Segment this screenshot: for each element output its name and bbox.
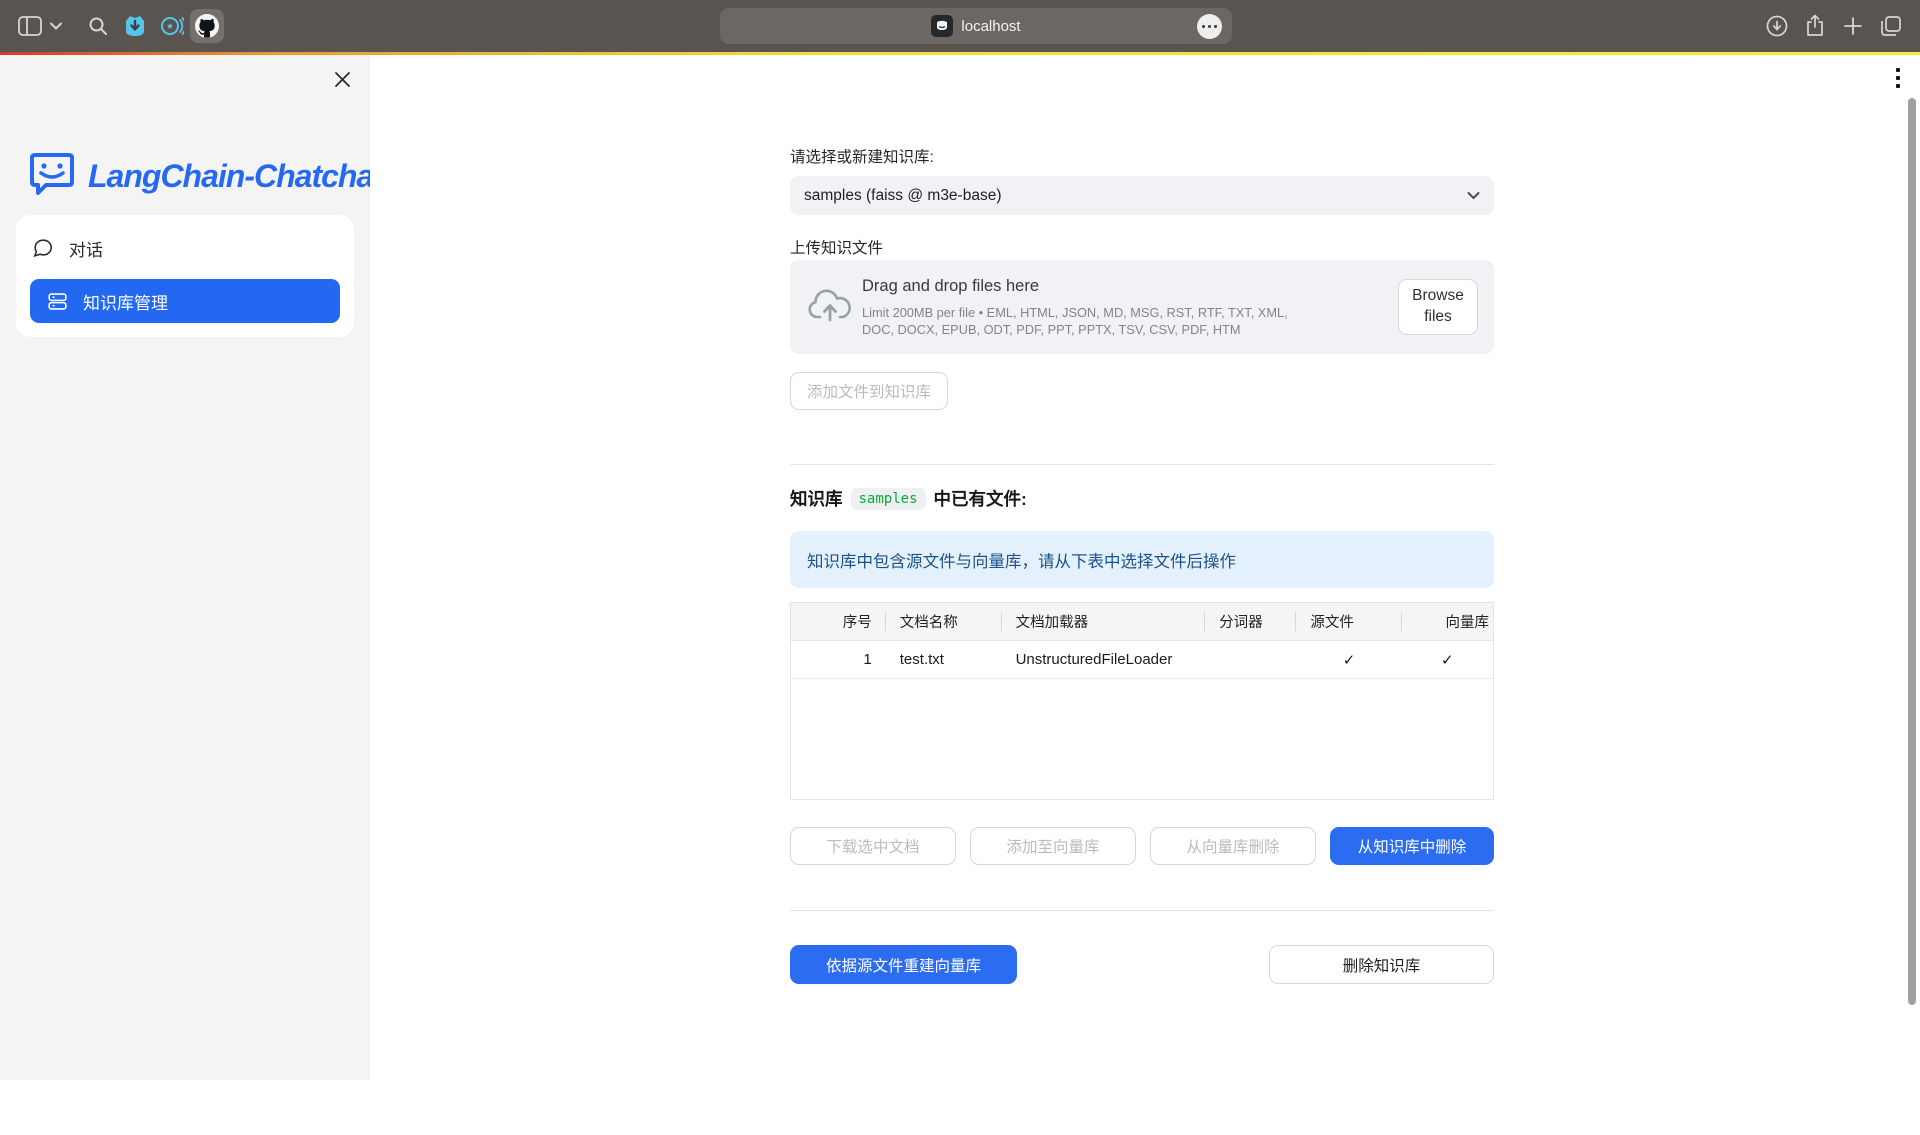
col-header[interactable]: 序号 — [791, 603, 886, 640]
browser-toolbar: localhost — [0, 0, 1920, 52]
add-to-vectorstore-button[interactable]: 添加至向量库 — [970, 827, 1136, 865]
heading-suffix: 中已有文件: — [934, 486, 1027, 511]
app-menu-icon[interactable] — [1892, 68, 1904, 88]
cat-extension-icon[interactable] — [124, 15, 146, 37]
sidebar-bottom-strip — [0, 1127, 370, 1135]
dropzone-title: Drag and drop files here — [862, 277, 1039, 296]
chat-bubble-icon — [32, 237, 54, 259]
tab-overview-icon[interactable] — [1880, 15, 1902, 37]
dropzone-limit-text: Limit 200MB per file • EML, HTML, JSON, … — [862, 304, 1300, 339]
address-bar[interactable]: localhost — [720, 8, 1232, 44]
col-header[interactable]: 文档加载器 — [1002, 603, 1206, 640]
cloud-upload-icon — [808, 286, 852, 326]
page-options-icon[interactable] — [1197, 14, 1222, 39]
logo-bubble-icon — [26, 152, 78, 200]
logo-text: LangChain-Chatchat — [88, 158, 383, 195]
browse-files-button[interactable]: Browse files — [1398, 279, 1478, 335]
heading-prefix: 知识库 — [790, 486, 843, 511]
new-tab-icon[interactable] — [1843, 16, 1863, 36]
kb-files-heading: 知识库 samples 中已有文件: — [790, 486, 1027, 511]
cell-index: 1 — [791, 641, 886, 678]
sidebar-close-icon[interactable] — [330, 67, 354, 91]
downloads-icon[interactable] — [1766, 15, 1788, 37]
nav-menu: 对话 知识库管理 — [16, 215, 354, 337]
divider — [790, 910, 1494, 911]
file-dropzone[interactable]: Drag and drop files here Limit 200MB per… — [790, 260, 1494, 354]
kb-select-value: samples (faiss @ m3e-base) — [804, 187, 1002, 205]
main-area: 请选择或新建知识库: samples (faiss @ m3e-base) 上传… — [370, 55, 1920, 1080]
col-header[interactable]: 文档名称 — [886, 603, 1002, 640]
nav-item-knowledge-base[interactable]: 知识库管理 — [30, 279, 340, 323]
upload-label: 上传知识文件 — [790, 236, 883, 258]
sidebar: LangChain-Chatchat 对话 知识库管理 — [0, 55, 370, 1080]
files-table: 序号 文档名称 文档加载器 分词器 源文件 向量库 1 test.txt Uns… — [790, 602, 1494, 800]
cell-vector-check: ✓ — [1402, 641, 1493, 678]
site-favicon — [931, 15, 953, 37]
col-header[interactable]: 分词器 — [1205, 603, 1296, 640]
nav-item-label: 知识库管理 — [83, 289, 168, 314]
delete-from-kb-button[interactable]: 从知识库中删除 — [1330, 827, 1494, 865]
row-actions: 下载选中文档 添加至向量库 从向量库删除 从知识库中删除 — [790, 827, 1494, 865]
select-chevron-icon — [1467, 191, 1480, 200]
github-icon[interactable] — [190, 9, 224, 43]
cell-splitter — [1205, 641, 1296, 678]
delete-from-vectorstore-button[interactable]: 从向量库删除 — [1150, 827, 1316, 865]
download-selected-button[interactable]: 下载选中文档 — [790, 827, 956, 865]
stack-icon — [47, 291, 68, 312]
url-text: localhost — [961, 18, 1020, 35]
page-content: 请选择或新建知识库: samples (faiss @ m3e-base) 上传… — [790, 55, 1494, 1080]
table-header-row: 序号 文档名称 文档加载器 分词器 源文件 向量库 — [791, 603, 1493, 641]
kb-select[interactable]: samples (faiss @ m3e-base) — [790, 176, 1494, 215]
info-banner: 知识库中包含源文件与向量库，请从下表中选择文件后操作 — [790, 531, 1494, 588]
kb-select-label: 请选择或新建知识库: — [790, 145, 934, 167]
col-header[interactable]: 向量库 — [1402, 603, 1493, 640]
rebuild-vectorstore-button[interactable]: 依据源文件重建向量库 — [790, 945, 1017, 984]
scrollbar-thumb[interactable] — [1908, 98, 1916, 1005]
cell-source-check: ✓ — [1296, 641, 1401, 678]
chevron-down-icon[interactable] — [50, 22, 62, 30]
divider — [790, 464, 1494, 465]
share-icon[interactable] — [1805, 14, 1825, 38]
nav-item-chat[interactable]: 对话 — [32, 231, 103, 265]
info-text: 知识库中包含源文件与向量库，请从下表中选择文件后操作 — [807, 548, 1236, 572]
cell-filename: test.txt — [886, 641, 1002, 678]
nav-item-label: 对话 — [69, 236, 103, 261]
cell-loader: UnstructuredFileLoader — [1002, 641, 1206, 678]
app-logo: LangChain-Chatchat — [26, 152, 383, 200]
kb-level-actions: 依据源文件重建向量库 删除知识库 — [790, 945, 1494, 984]
sidebar-toggle-icon[interactable] — [18, 16, 42, 36]
delete-kb-button[interactable]: 删除知识库 — [1269, 945, 1494, 984]
table-row[interactable]: 1 test.txt UnstructuredFileLoader ✓ ✓ — [791, 641, 1493, 679]
add-files-to-kb-button[interactable]: 添加文件到知识库 — [790, 372, 948, 410]
col-header[interactable]: 源文件 — [1296, 603, 1401, 640]
kb-name-code: samples — [851, 488, 926, 510]
search-icon[interactable] — [88, 16, 108, 36]
recorder-extension-icon[interactable] — [160, 15, 184, 37]
